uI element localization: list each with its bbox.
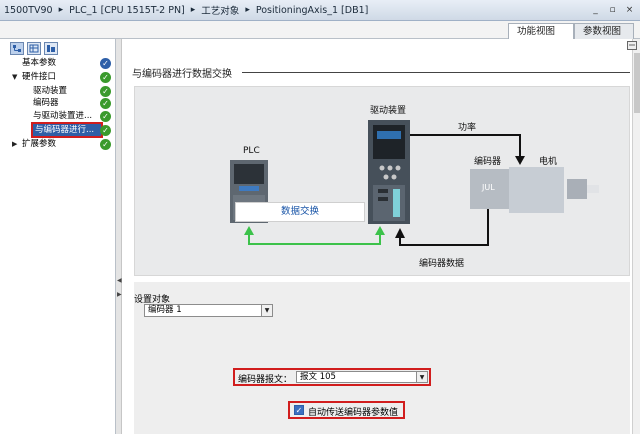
tab-parameter-view[interactable]: 参数视图 xyxy=(574,23,634,39)
collapse-left-icon[interactable]: ◀ xyxy=(117,277,122,284)
nav-item-encoder-data-exchange[interactable]: 与编码器进行... xyxy=(31,122,103,138)
vertical-scrollbar[interactable] xyxy=(632,39,640,434)
status-check-icon: ✓ xyxy=(100,72,111,83)
status-check-icon: ✓ xyxy=(100,111,111,122)
tree-view-icon[interactable] xyxy=(10,42,24,55)
breadcrumb-item-plc[interactable]: PLC_1 [CPU 1515T-2 PN] xyxy=(69,5,185,16)
title-bar: 1500TV90 ▸ PLC_1 [CPU 1515T-2 PN] ▸ 工艺对象… xyxy=(0,0,640,21)
dropdown-arrow-icon[interactable]: ▼ xyxy=(261,305,272,316)
breadcrumb-item-project[interactable]: 1500TV90 xyxy=(4,5,53,16)
set-object-value: 编码器 1 xyxy=(148,305,182,315)
telegram-label: 编码器报文： xyxy=(238,375,293,385)
auto-transfer-checkbox[interactable]: ✓ xyxy=(294,405,304,415)
nav-item-encoder[interactable]: 编码器 xyxy=(33,97,59,110)
nav-item-basic-params[interactable]: 基本参数 xyxy=(22,57,56,70)
breadcrumb-item-tech-objects[interactable]: 工艺对象 xyxy=(201,3,239,17)
collapse-arrow-icon[interactable]: ▼ xyxy=(12,71,17,84)
plc-label: PLC xyxy=(243,146,260,156)
section-title: 与编码器进行数据交换 xyxy=(132,69,232,80)
status-check-icon: ✓ xyxy=(100,139,111,150)
expand-arrow-icon[interactable]: ▶ xyxy=(12,138,17,151)
nav-item-label: 扩展参数 xyxy=(22,139,57,149)
telegram-value: 报文 105 xyxy=(300,372,336,382)
breadcrumb-separator: ▸ xyxy=(58,5,64,15)
tab-function-view[interactable]: 功能视图 xyxy=(508,23,574,40)
motor-label: 电机 xyxy=(539,157,558,167)
breadcrumb-separator: ▸ xyxy=(245,5,250,15)
dropdown-arrow-icon[interactable]: ▼ xyxy=(416,372,427,382)
view-tabs: 功能视图 参数视图 xyxy=(0,21,640,40)
config-nav-tree: 基本参数 ✓ ▼ 硬件接口 ✓ 驱动装置 ✓ 编码器 ✓ 与驱动装置进... ✓… xyxy=(0,39,116,434)
restore-icon[interactable]: ▫ xyxy=(606,4,619,16)
breadcrumb-item-axis[interactable]: PositioningAxis_1 [DB1] xyxy=(256,5,369,16)
window-controls: _ ▫ × xyxy=(589,4,636,16)
list-view-icon[interactable] xyxy=(27,42,41,55)
encoder-data-label: 编码器数据 xyxy=(419,259,465,269)
status-check-icon: ✓ xyxy=(100,86,111,97)
encoder-chip-text: JUL xyxy=(482,183,495,192)
nav-item-label: 与驱动装置进... xyxy=(33,111,93,121)
expand-right-icon[interactable]: ▶ xyxy=(117,291,122,298)
status-check-icon: ✓ xyxy=(100,125,111,136)
status-check-icon: ✓ xyxy=(100,58,111,69)
nav-item-extended-params[interactable]: ▶ 扩展参数 xyxy=(12,138,57,151)
nav-item-label: 硬件接口 xyxy=(22,72,57,82)
hierarchy-view-icon[interactable] xyxy=(44,42,58,55)
telegram-select[interactable]: 报文 105 ▼ xyxy=(296,371,428,383)
data-exchange-diagram: PLC 驱动装置 功率 编码器 电机 编码器数据 JUL xyxy=(134,86,630,276)
nav-item-label: 驱动装置 xyxy=(33,86,68,96)
nav-item-label: 基本参数 xyxy=(22,58,57,68)
scrollbar-thumb[interactable] xyxy=(634,53,640,113)
close-icon[interactable]: × xyxy=(623,4,636,16)
breadcrumb-separator: ▸ xyxy=(190,5,196,15)
drive-label: 驱动装置 xyxy=(370,106,407,116)
auto-transfer-label: 自动传送编码器参数值 xyxy=(308,408,399,418)
data-exchange-link[interactable]: 数据交换 xyxy=(235,202,365,222)
drive-device-icon xyxy=(368,120,410,224)
nav-item-label: 编码器 xyxy=(33,98,59,108)
nav-item-drive-data-exchange[interactable]: 与驱动装置进... xyxy=(33,110,92,123)
nav-item-hardware-interface[interactable]: ▼ 硬件接口 xyxy=(12,71,57,84)
minimize-icon[interactable]: _ xyxy=(589,4,602,16)
power-label: 功率 xyxy=(458,123,477,133)
nav-toolbar xyxy=(10,42,58,55)
status-check-icon: ✓ xyxy=(100,98,111,109)
encoder-label: 编码器 xyxy=(474,157,502,167)
panel-options-icon[interactable] xyxy=(627,41,638,51)
set-object-select[interactable]: 编码器 1 ▼ xyxy=(144,304,273,317)
section-divider xyxy=(242,72,630,73)
main-panel: 与编码器进行数据交换 PLC 驱动装置 功率 编码器 电机 编码器数据 JUL … xyxy=(122,39,632,434)
